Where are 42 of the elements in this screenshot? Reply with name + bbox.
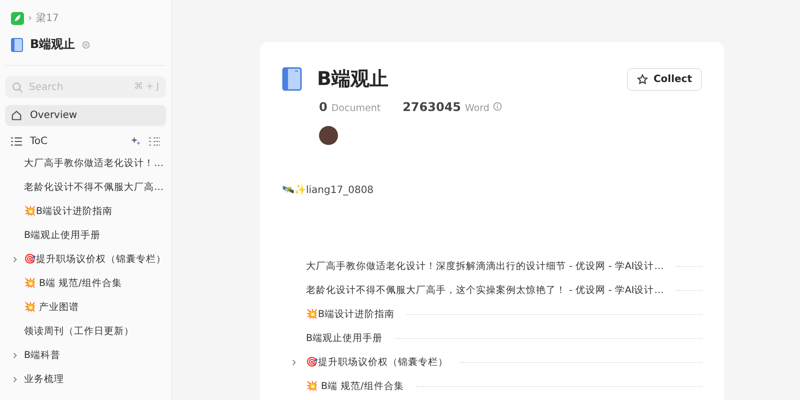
ai-sparkle-icon[interactable] [131,136,141,146]
toc-item[interactable]: 老龄化设计不得不佩服大厂高… [5,175,166,199]
breadcrumb-separator: › [28,12,32,24]
chevron-right-icon[interactable] [292,358,296,366]
toc-link[interactable]: 大厂高手教你做适老化设计！深度拆解滴滴出行的设计细节 - 优设网 - 学AI设计… [306,260,664,272]
book-title: B端观止 [30,36,76,53]
author-name: 🛰✨liang17_0808 [282,184,375,196]
app-logo-icon[interactable] [11,12,24,24]
chevron-right-icon[interactable] [12,352,16,358]
toc-link[interactable]: 💥 B端 规范/组件合集 [306,380,404,392]
toc-item[interactable]: 💥 产业图谱 [5,295,166,319]
book-icon [282,67,302,91]
home-icon [11,110,22,121]
word-label: Word [465,103,490,114]
info-icon[interactable] [493,102,502,111]
outline-icon[interactable] [149,136,160,146]
search-icon [12,82,23,93]
book-icon [11,38,23,52]
toc-link[interactable]: 老龄化设计不得不佩服大厂高手，这个实操案例太惊艳了！ - 优设网 - 学AI设计… [306,284,664,296]
list-icon [11,136,22,146]
star-icon [637,74,648,84]
toc-item[interactable]: 💥 B端 规范/组件合集 [5,271,166,295]
toc-item[interactable]: B端科普 [5,343,166,367]
book-title: B端观止 [317,67,390,92]
collect-button[interactable]: Collect [627,68,702,90]
chevron-right-icon[interactable] [12,256,16,262]
chevron-right-icon[interactable] [12,376,16,382]
toc-item[interactable]: 领读周刊（工作日更新） [5,319,166,343]
toc-item[interactable]: 💥B端设计进阶指南 [5,199,166,223]
toc-item[interactable]: 大厂高手教你做适老化设计！… [5,151,166,175]
toc-item[interactable]: B端观止使用手册 [5,223,166,247]
toc-link[interactable]: B端观止使用手册 [306,332,383,344]
word-count: 2763045 [402,100,462,114]
document-label: Document [331,103,381,114]
avatar[interactable] [319,126,338,145]
toc-link[interactable]: 💥B端设计进阶指南 [306,308,395,320]
overview-nav-item[interactable]: Overview [5,105,166,126]
toc-link[interactable]: 🎯提升职场议价权（锦囊专栏） [306,356,448,368]
toc-item[interactable]: 业务梳理 [5,367,166,391]
toc-heading: ToC [30,136,48,146]
toc-item[interactable]: 🎯提升职场议价权（锦囊专栏） [5,247,166,271]
document-count: 0 [319,100,328,114]
